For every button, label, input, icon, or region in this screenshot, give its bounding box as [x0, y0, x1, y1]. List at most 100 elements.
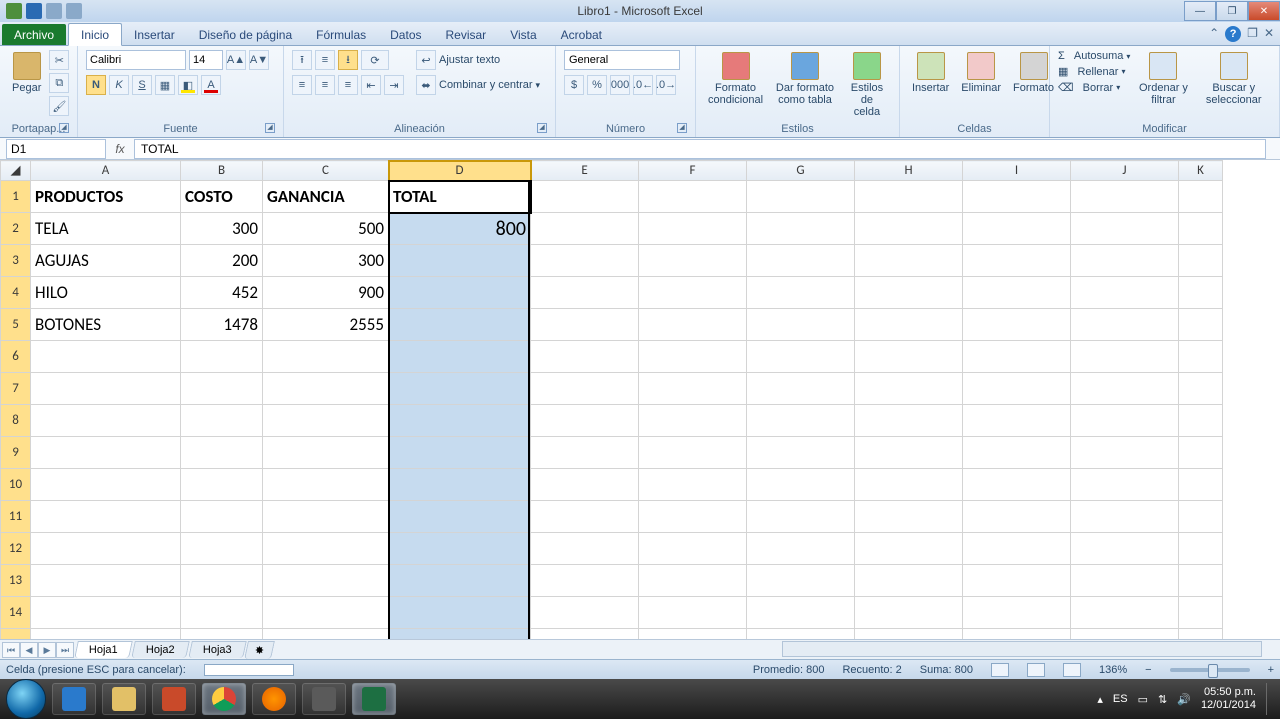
cell-I6[interactable] — [963, 341, 1071, 373]
cell-G12[interactable] — [747, 533, 855, 565]
start-button[interactable] — [6, 679, 46, 719]
cell-C4[interactable]: 900 — [263, 277, 389, 309]
align-middle-icon[interactable]: ≡ — [315, 50, 335, 70]
cell-F12[interactable] — [639, 533, 747, 565]
cell-J10[interactable] — [1071, 469, 1179, 501]
cell-K8[interactable] — [1179, 405, 1223, 437]
task-app1[interactable] — [152, 683, 196, 715]
row-header-3[interactable]: 3 — [1, 245, 31, 277]
cell-C3[interactable]: 300 — [263, 245, 389, 277]
indent-decrease-icon[interactable]: ⇤ — [361, 75, 381, 95]
cell-J14[interactable] — [1071, 597, 1179, 629]
cell-K3[interactable] — [1179, 245, 1223, 277]
tab-acrobat[interactable]: Acrobat — [549, 24, 614, 45]
tray-lang[interactable]: ES — [1113, 693, 1128, 705]
border-button[interactable]: ▦ — [155, 75, 175, 95]
cell-K1[interactable] — [1179, 181, 1223, 213]
cell-A8[interactable] — [31, 405, 181, 437]
cell-E11[interactable] — [531, 501, 639, 533]
cell-J7[interactable] — [1071, 373, 1179, 405]
cell-D13[interactable] — [389, 565, 531, 597]
cell-F15[interactable] — [639, 629, 747, 640]
cell-J2[interactable] — [1071, 213, 1179, 245]
zoom-out-icon[interactable]: − — [1145, 664, 1151, 676]
clipboard-dialog-icon[interactable]: ◢ — [59, 123, 69, 133]
cell-H15[interactable] — [855, 629, 963, 640]
cell-B3[interactable]: 200 — [181, 245, 263, 277]
select-all-corner[interactable]: ◢ — [1, 161, 31, 181]
worksheet-grid[interactable]: ◢ A B C D E F G H I J K 1 PRODUCTOS COST… — [0, 160, 1280, 639]
cut-icon[interactable]: ✂ — [49, 50, 69, 70]
cell-A2[interactable]: TELA — [31, 213, 181, 245]
align-center-icon[interactable]: ≡ — [315, 75, 335, 95]
cell-D9[interactable] — [389, 437, 531, 469]
font-color-button[interactable]: A — [201, 75, 221, 95]
font-size-select[interactable] — [189, 50, 223, 70]
cell-A10[interactable] — [31, 469, 181, 501]
cell-H8[interactable] — [855, 405, 963, 437]
cell-C12[interactable] — [263, 533, 389, 565]
cell-H9[interactable] — [855, 437, 963, 469]
row-header-14[interactable]: 14 — [1, 597, 31, 629]
cell-F8[interactable] — [639, 405, 747, 437]
view-pagebreak-icon[interactable] — [1063, 663, 1081, 677]
help-icon[interactable]: ? — [1225, 26, 1241, 42]
cell-B7[interactable] — [181, 373, 263, 405]
row-header-8[interactable]: 8 — [1, 405, 31, 437]
cell-G5[interactable] — [747, 309, 855, 341]
conditional-format-button[interactable]: Formato condicional — [704, 50, 767, 108]
cell-D1[interactable]: TOTAL — [389, 181, 531, 213]
cell-D15[interactable] — [389, 629, 531, 640]
cell-D12[interactable] — [389, 533, 531, 565]
cell-D6[interactable] — [389, 341, 531, 373]
fill-color-button[interactable]: ◧ — [178, 75, 198, 95]
cell-I4[interactable] — [963, 277, 1071, 309]
window-restore-icon[interactable]: ❐ — [1247, 26, 1258, 42]
cell-E15[interactable] — [531, 629, 639, 640]
task-excel[interactable] — [352, 683, 396, 715]
cell-E7[interactable] — [531, 373, 639, 405]
percent-icon[interactable]: % — [587, 75, 607, 95]
cell-B15[interactable] — [181, 629, 263, 640]
row-header-7[interactable]: 7 — [1, 373, 31, 405]
undo-icon[interactable] — [46, 3, 62, 19]
format-as-table-button[interactable]: Dar formato como tabla — [771, 50, 839, 108]
cell-F11[interactable] — [639, 501, 747, 533]
cell-F7[interactable] — [639, 373, 747, 405]
row-header-4[interactable]: 4 — [1, 277, 31, 309]
cell-G11[interactable] — [747, 501, 855, 533]
cell-A11[interactable] — [31, 501, 181, 533]
grow-font-icon[interactable]: A▲ — [226, 50, 246, 70]
cell-K11[interactable] — [1179, 501, 1223, 533]
cell-I13[interactable] — [963, 565, 1071, 597]
tab-inicio[interactable]: Inicio — [68, 23, 122, 46]
cell-D11[interactable] — [389, 501, 531, 533]
cell-I3[interactable] — [963, 245, 1071, 277]
col-header-G[interactable]: G — [747, 161, 855, 181]
tab-datos[interactable]: Datos — [378, 24, 433, 45]
autosum-button[interactable]: Σ Autosuma▾ — [1058, 50, 1130, 62]
increase-decimal-icon[interactable]: .0← — [633, 75, 653, 95]
task-chrome[interactable] — [202, 683, 246, 715]
cell-C13[interactable] — [263, 565, 389, 597]
cell-K4[interactable] — [1179, 277, 1223, 309]
cell-D7[interactable] — [389, 373, 531, 405]
new-sheet-button[interactable]: ✸ — [244, 641, 275, 659]
cell-E10[interactable] — [531, 469, 639, 501]
col-header-F[interactable]: F — [639, 161, 747, 181]
cell-E2[interactable] — [531, 213, 639, 245]
cell-I15[interactable] — [963, 629, 1071, 640]
cell-H13[interactable] — [855, 565, 963, 597]
cell-D14[interactable] — [389, 597, 531, 629]
cell-I5[interactable] — [963, 309, 1071, 341]
cell-G4[interactable] — [747, 277, 855, 309]
cell-K5[interactable] — [1179, 309, 1223, 341]
cell-H5[interactable] — [855, 309, 963, 341]
formula-input[interactable] — [134, 139, 1266, 159]
cell-G3[interactable] — [747, 245, 855, 277]
sheet-nav-last-icon[interactable]: ⏭ — [56, 642, 74, 658]
sheet-tab-3[interactable]: Hoja3 — [188, 641, 246, 658]
cell-K6[interactable] — [1179, 341, 1223, 373]
cell-E1[interactable] — [531, 181, 639, 213]
cell-J11[interactable] — [1071, 501, 1179, 533]
